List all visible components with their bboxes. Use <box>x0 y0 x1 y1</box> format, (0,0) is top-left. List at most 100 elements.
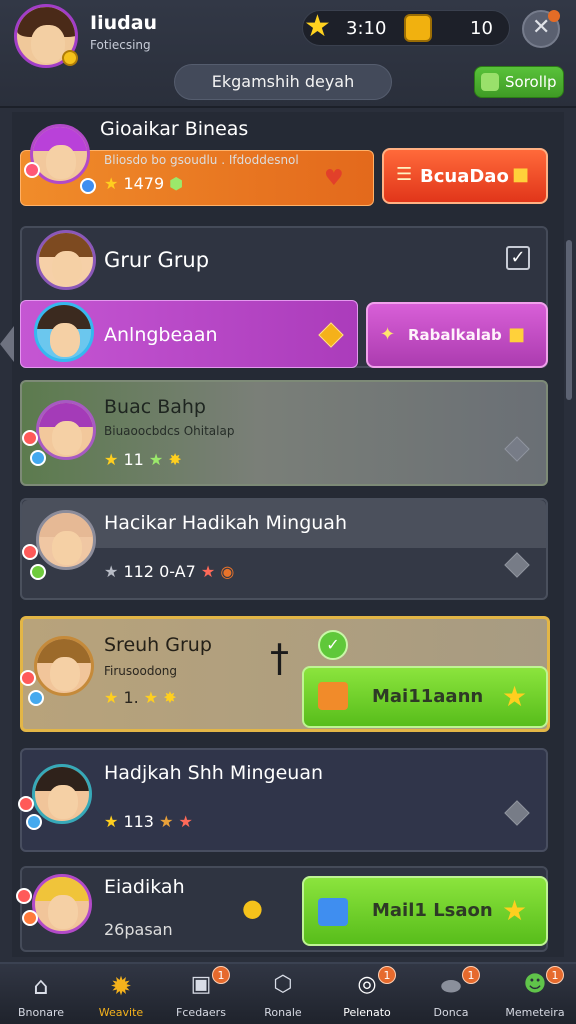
nav-badge: 1 <box>212 966 230 984</box>
nav-item-memeteira[interactable]: ☻ 1 Memeteira <box>494 964 576 1024</box>
badge-icon: ◉ <box>220 562 235 581</box>
cursor-icon: † <box>270 636 289 680</box>
avatar <box>32 874 92 934</box>
nav-badge: 1 <box>546 966 564 984</box>
mini-badge-icon <box>26 814 42 830</box>
mini-badge-icon <box>30 450 46 466</box>
row-subtitle: Biuaoocbdcs Ohitalap <box>104 424 235 438</box>
row-stat: ★ 11 ★ ✸ <box>104 450 182 469</box>
coin-stack-icon <box>404 14 432 42</box>
nav-item-donca[interactable]: ⬬ 1 Donca <box>410 964 492 1024</box>
mini-badge-icon <box>22 544 38 560</box>
coin-badge-icon <box>62 50 78 66</box>
row-stat: ★ 113 ★ ★ <box>104 812 193 831</box>
row-action-button[interactable]: Mai11aann ★ <box>302 666 548 728</box>
star-icon: ★ <box>159 812 174 831</box>
scrollbar[interactable] <box>566 240 572 400</box>
row-stat-value: 1479 <box>123 174 165 193</box>
mini-badge-icon <box>20 670 36 686</box>
nav-item-ronale[interactable]: ⬡ Ronale <box>242 964 324 1024</box>
setup-icon <box>481 73 499 91</box>
row-stat-value: 11 <box>123 450 144 469</box>
nav-item-home[interactable]: ⌂ Bnonare <box>0 964 82 1024</box>
nav-label: Pelenato <box>343 1006 391 1019</box>
user-subtitle: Fotiecsing <box>90 38 151 52</box>
nav-item-pelenato[interactable]: ◎ 1 Pelenato <box>326 964 408 1024</box>
check-circle-icon: ✓ <box>318 630 348 660</box>
star-icon: ★ <box>104 174 119 193</box>
row-title: Grur Grup <box>104 248 210 272</box>
checkbox[interactable]: ✓ <box>506 246 530 270</box>
mini-badge-icon <box>18 796 34 812</box>
settings-button[interactable]: ✕ <box>522 10 560 48</box>
row-stat: ★ 1479 ⬢ <box>104 174 183 193</box>
row-title: Buac Bahp <box>104 396 206 418</box>
avatar <box>30 124 90 184</box>
sparkle-icon: ✸ <box>168 450 182 469</box>
sun-icon: ✹ <box>110 972 132 1002</box>
row-title: Hacikar Hadikah Minguah <box>104 512 347 534</box>
row-title: Eiadikah <box>104 876 185 898</box>
menu-icon: ☰ <box>396 164 413 185</box>
avatar <box>36 230 96 290</box>
mini-badge-icon <box>28 690 44 706</box>
coins-count: 10 <box>470 18 493 39</box>
star-icon: ★ <box>104 450 119 469</box>
setup-label: Sorollp <box>505 73 557 91</box>
row-action-label: BcuaDao <box>420 166 509 187</box>
nav-label: Fcedaers <box>176 1006 226 1019</box>
row-action-label: Mail1 Lsaon <box>372 900 493 921</box>
star-icon: ★ <box>304 9 331 44</box>
star-icon: ★ <box>502 680 528 713</box>
sparkle-icon: ✸ <box>163 688 177 707</box>
row-action-button[interactable]: Mail1 Lsaon ★ <box>302 876 548 946</box>
mini-badge-icon <box>30 564 46 580</box>
row-stat-value: 112 0-A7 <box>123 562 196 581</box>
shield-icon: ⬡ <box>273 972 293 997</box>
box-icon <box>318 682 348 710</box>
nav-item-fcedaers[interactable]: ▣ 1 Fcedaers <box>160 964 242 1024</box>
row-stat: ★ 1. ★ ✸ <box>104 688 177 707</box>
avatar <box>36 400 96 460</box>
mini-badge-icon <box>24 162 40 178</box>
username: Iiudau <box>90 12 158 34</box>
nav-item-weavite[interactable]: ✹ Weavite <box>80 964 162 1024</box>
stars-count: 3:10 <box>346 18 387 39</box>
row-action-button[interactable]: ✦ Rabalkalab ■ <box>366 302 548 368</box>
search-pill[interactable]: Ekgamshih deyah <box>174 64 392 100</box>
row-stat-value: 1. <box>123 688 139 707</box>
setup-button[interactable]: Sorollp <box>474 66 564 98</box>
avatar <box>36 510 96 570</box>
avatar <box>32 764 92 824</box>
home-icon: ⌂ <box>33 972 49 1000</box>
shield-icon: ⬢ <box>169 174 184 193</box>
notification-dot <box>548 10 560 22</box>
row-action-button[interactable]: ☰ BcuaDao ■ <box>382 148 548 204</box>
bottom-nav: ⌂ Bnonare ✹ Weavite ▣ 1 Fcedaers ⬡ Ronal… <box>0 962 576 1024</box>
mini-badge-icon <box>22 910 38 926</box>
nav-badge: 1 <box>462 966 480 984</box>
star-icon: ★ <box>143 688 159 707</box>
nav-label: Memeteira <box>505 1006 565 1019</box>
row-action-label: Mai11aann <box>372 686 484 707</box>
list-item[interactable] <box>20 380 548 486</box>
top-bar: Iiudau Fotiecsing ★ 3:10 10 ✕ Ekgamshih … <box>0 0 576 108</box>
left-arrow-icon[interactable] <box>0 326 14 362</box>
bell-icon: ● <box>242 894 263 922</box>
row-subtitle: 26pasan <box>104 920 173 939</box>
mini-badge-icon <box>16 888 32 904</box>
row-title: Gioaikar Bineas <box>100 118 249 140</box>
nav-label: Donca <box>433 1006 469 1019</box>
sparkle-icon: ✦ <box>380 324 396 345</box>
star-icon: ★ <box>178 812 193 831</box>
row-title: Sreuh Grup <box>104 634 212 656</box>
row-stat: ★ 112 0-A7 ★ ◉ <box>104 562 234 581</box>
nav-badge: 1 <box>378 966 396 984</box>
cube-icon <box>318 898 348 926</box>
nav-label: Weavite <box>98 1006 144 1019</box>
row-title: Hadjkah Shh Mingeuan <box>104 762 324 784</box>
row-stat-value: 113 <box>123 812 154 831</box>
star-icon: ★ <box>104 812 119 831</box>
star-icon: ★ <box>148 450 164 469</box>
star-icon: ★ <box>104 562 119 581</box>
